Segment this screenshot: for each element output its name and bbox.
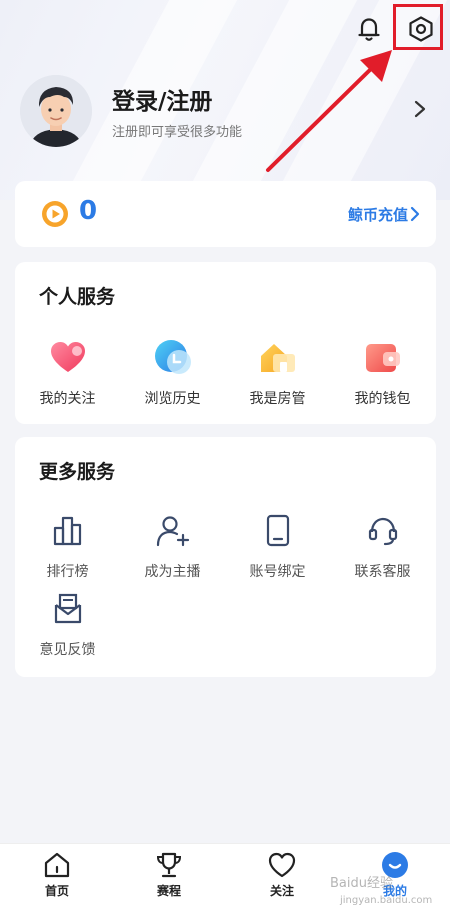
avatar[interactable] bbox=[20, 75, 92, 147]
watermark-url: jingyan.baidu.com bbox=[340, 895, 433, 906]
house-icon bbox=[260, 344, 295, 372]
more-services-card: 更多服务 排行榜 成为主播 账号绑定 联系客服 意见反馈 bbox=[15, 437, 436, 677]
recharge-link[interactable]: 鲸币充值 bbox=[348, 204, 408, 225]
chevron-right-icon[interactable] bbox=[410, 99, 430, 119]
clock-icon bbox=[154, 340, 191, 374]
avatar-illustration bbox=[20, 75, 92, 147]
nav-label: 首页 bbox=[44, 884, 69, 898]
trophy-icon bbox=[156, 852, 182, 878]
heart-outline-icon bbox=[268, 852, 296, 878]
chevron-right-icon[interactable] bbox=[408, 205, 422, 223]
service-room-admin[interactable]: 我是房管 bbox=[225, 338, 330, 408]
service-label: 排行榜 bbox=[46, 564, 89, 580]
more-services-title: 更多服务 bbox=[39, 461, 116, 483]
nav-tab-home[interactable]: 首页 bbox=[17, 850, 97, 899]
service-become-streamer[interactable]: 成为主播 bbox=[120, 511, 225, 581]
login-subtitle: 注册即可享受很多功能 bbox=[112, 125, 243, 140]
service-label: 成为主播 bbox=[144, 564, 201, 580]
service-browse-history[interactable]: 浏览历史 bbox=[120, 338, 225, 408]
coin-balance-value: 0 bbox=[79, 196, 98, 226]
service-label: 我是房管 bbox=[249, 391, 306, 407]
service-label: 联系客服 bbox=[354, 564, 411, 580]
service-account-binding[interactable]: 账号绑定 bbox=[225, 511, 330, 581]
nav-label: 赛程 bbox=[156, 884, 181, 898]
service-label: 我的关注 bbox=[39, 391, 96, 407]
headset-icon bbox=[368, 517, 397, 546]
nav-tab-schedule[interactable]: 赛程 bbox=[129, 850, 209, 899]
personal-services-title: 个人服务 bbox=[39, 286, 116, 308]
service-customer-support[interactable]: 联系客服 bbox=[330, 511, 435, 581]
service-label: 我的钱包 bbox=[354, 391, 411, 407]
ranking-icon bbox=[53, 516, 81, 546]
watermark: Baidu经验 bbox=[330, 876, 393, 891]
service-ranking[interactable]: 排行榜 bbox=[15, 511, 120, 581]
nav-label: 关注 bbox=[269, 884, 294, 898]
coin-icon bbox=[42, 201, 68, 227]
service-label: 意见反馈 bbox=[39, 642, 96, 658]
add-user-icon bbox=[156, 516, 189, 547]
service-feedback[interactable]: 意见反馈 bbox=[15, 589, 120, 659]
personal-services-card: 个人服务 我的关注 浏览历史 我是房管 我的钱包 bbox=[15, 262, 436, 424]
nav-tab-follow[interactable]: 关注 bbox=[242, 850, 322, 899]
settings-highlight-box bbox=[393, 4, 443, 50]
coin-balance-card: 0 鲸币充值 bbox=[15, 181, 436, 247]
wallet-icon bbox=[365, 344, 400, 372]
service-label: 浏览历史 bbox=[144, 391, 201, 407]
feedback-icon bbox=[54, 593, 81, 624]
login-register-title[interactable]: 登录/注册 bbox=[112, 82, 212, 116]
tablet-icon bbox=[266, 514, 289, 547]
heart-icon bbox=[50, 342, 85, 372]
service-my-wallet[interactable]: 我的钱包 bbox=[330, 338, 435, 408]
service-label: 账号绑定 bbox=[249, 564, 306, 580]
service-my-follows[interactable]: 我的关注 bbox=[15, 338, 120, 408]
bell-icon[interactable] bbox=[354, 14, 384, 44]
home-icon bbox=[44, 852, 70, 878]
